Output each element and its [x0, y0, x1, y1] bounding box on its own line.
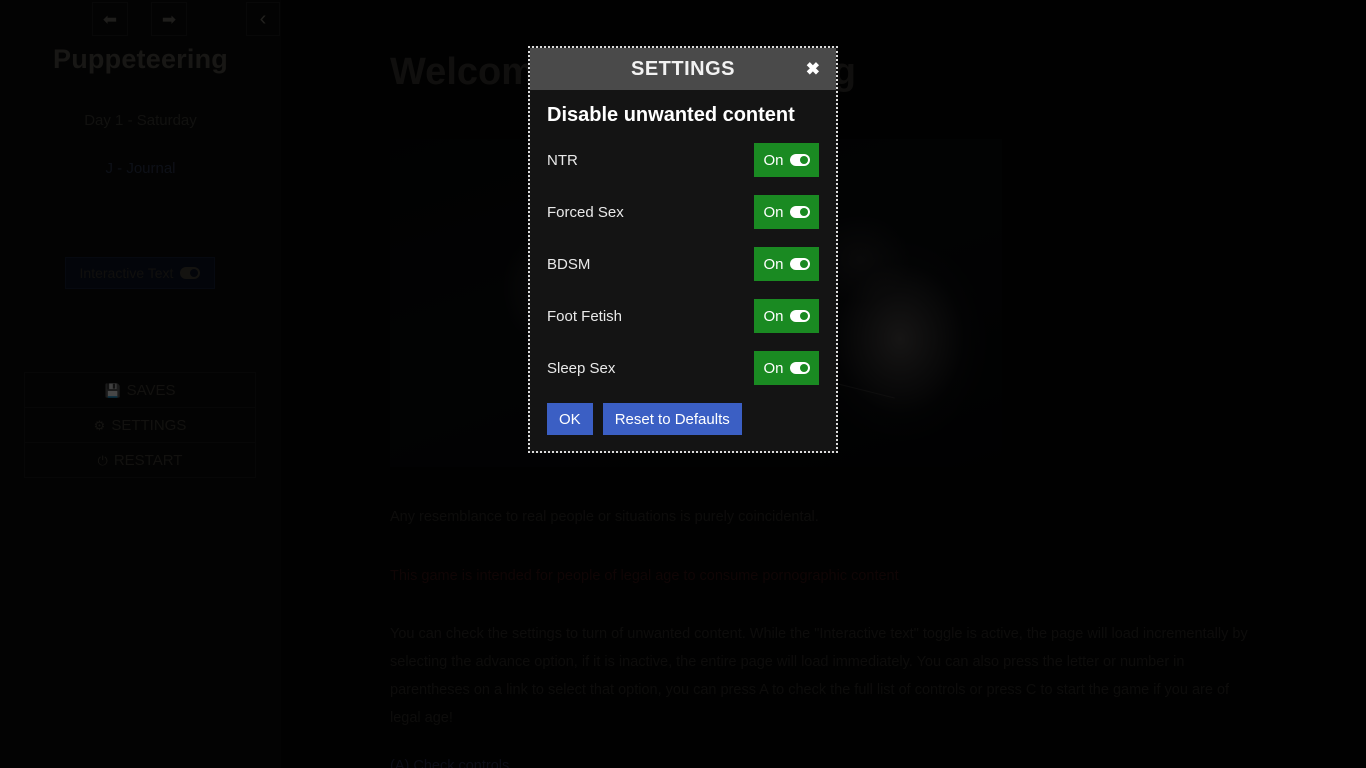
toggle-ntr[interactable]: On [754, 143, 819, 177]
game-title: Puppeteering [53, 44, 228, 74]
age-warning-text: This game is intended for people of lega… [390, 568, 899, 584]
back-button[interactable]: ⬅ [92, 2, 128, 36]
toggle-foot-fetish[interactable]: On [754, 299, 819, 333]
forward-button[interactable]: ➡ [151, 2, 187, 36]
dialog-button-row: OK Reset to Defaults [547, 403, 819, 435]
sidebar-item-label: SAVES [126, 381, 176, 399]
settings-dialog: SETTINGS ✖ Disable unwanted content NTR … [528, 46, 838, 453]
sidebar-item-saves[interactable]: 💾 SAVES [25, 373, 255, 408]
check-controls-link[interactable]: (A) Check controls [390, 752, 509, 768]
gear-icon: ⚙ [93, 417, 106, 433]
arrow-left-icon: ⬅ [102, 9, 118, 29]
option-label: Forced Sex [547, 203, 624, 221]
arrow-right-icon: ➡ [161, 9, 177, 29]
option-row-ntr: NTR On [547, 143, 819, 177]
toggle-on-icon [789, 154, 810, 166]
toggle-on-icon [789, 206, 810, 218]
option-row-foot-fetish: Foot Fetish On [547, 299, 819, 333]
toggle-sleep-sex[interactable]: On [754, 351, 819, 385]
toggle-state-label: On [763, 359, 784, 377]
reset-to-defaults-button[interactable]: Reset to Defaults [602, 403, 742, 435]
instructions-text: You can check the settings to turn of un… [390, 626, 1248, 726]
sidebar-item-label: RESTART [113, 451, 183, 469]
toggle-state-label: On [763, 203, 784, 221]
ok-button[interactable]: OK [547, 403, 593, 435]
sidebar-nav-row: ⬅ ➡ ‹ [0, 2, 281, 38]
option-label: NTR [547, 151, 578, 169]
toggle-forced-sex[interactable]: On [754, 195, 819, 229]
option-label: Sleep Sex [547, 359, 616, 377]
option-row-forced-sex: Forced Sex On [547, 195, 819, 229]
dialog-heading: Disable unwanted content [547, 104, 795, 126]
dialog-titlebar: SETTINGS ✖ [530, 48, 836, 90]
toggle-state-label: On [763, 255, 784, 273]
sidebar-menu: 💾 SAVES ⚙ SETTINGS ⏻ RESTART [24, 372, 256, 478]
chevron-left-icon: ‹ [259, 8, 267, 30]
journal-link[interactable]: J - Journal [0, 160, 281, 177]
floppy-disk-icon: 💾 [104, 382, 121, 398]
toggle-on-icon [789, 310, 810, 322]
toggle-state-label: On [763, 307, 784, 325]
dialog-body: Disable unwanted content NTR On Forced S… [530, 90, 836, 451]
option-row-sleep-sex: Sleep Sex On [547, 351, 819, 385]
option-label: BDSM [547, 255, 591, 273]
collapse-sidebar-button[interactable]: ‹ [246, 2, 280, 36]
sidebar-item-label: SETTINGS [111, 416, 187, 434]
disclaimer-text: Any resemblance to real people or situat… [390, 509, 819, 525]
app-root: ⬅ ➡ ‹ Puppeteering Day 1 - Saturday J - … [0, 0, 1366, 768]
option-row-bdsm: BDSM On [547, 247, 819, 281]
interactive-text-label: Interactive Text [79, 265, 174, 281]
toggle-on-icon [180, 267, 201, 279]
day-indicator: Day 1 - Saturday [84, 112, 197, 129]
sidebar-item-settings[interactable]: ⚙ SETTINGS [25, 408, 255, 443]
toggle-on-icon [789, 362, 810, 374]
toggle-on-icon [789, 258, 810, 270]
interactive-text-toggle[interactable]: Interactive Text [65, 257, 215, 289]
toggle-bdsm[interactable]: On [754, 247, 819, 281]
sidebar-item-restart[interactable]: ⏻ RESTART [25, 443, 255, 477]
sidebar: ⬅ ➡ ‹ Puppeteering Day 1 - Saturday J - … [0, 0, 282, 768]
power-icon: ⏻ [97, 452, 108, 468]
option-label: Foot Fetish [547, 307, 623, 325]
close-icon[interactable]: ✖ [806, 61, 820, 78]
dialog-title: SETTINGS [630, 57, 735, 80]
toggle-state-label: On [763, 151, 784, 169]
